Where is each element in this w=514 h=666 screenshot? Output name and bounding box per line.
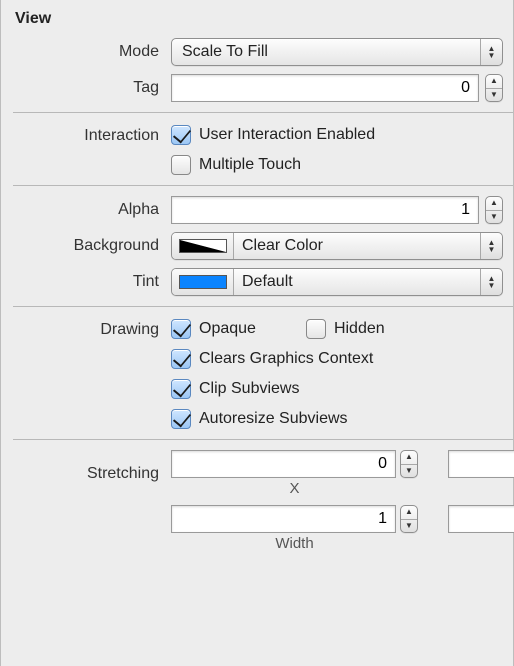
row-mode: Mode Scale To Fill ▲▼ <box>1 34 513 70</box>
alpha-stepper[interactable]: ▲ ▼ <box>485 196 503 224</box>
row-alpha: Alpha ▲ ▼ <box>1 192 513 228</box>
checkbox-clip-subviews[interactable] <box>171 379 191 399</box>
label-tint: Tint <box>1 273 171 291</box>
label-stretching: Stretching <box>1 465 171 483</box>
checkbox-user-interaction[interactable] <box>171 125 191 145</box>
label-interaction: Interaction <box>1 123 171 145</box>
chevron-up-icon: ▲ <box>401 451 417 465</box>
chevron-up-icon: ▲ <box>486 75 502 89</box>
row-stretching-xy: Stretching ▲ ▼ X <box>1 446 513 501</box>
mode-popup[interactable]: Scale To Fill ▲▼ <box>171 38 503 66</box>
section-title: View <box>1 0 513 34</box>
row-tag: Tag ▲ ▼ <box>1 70 513 106</box>
updown-icon: ▲▼ <box>480 269 502 295</box>
row-tint: Tint Default ▲▼ <box>1 264 513 300</box>
divider <box>13 306 513 307</box>
row-drawing: Drawing Opaque Hidden <box>1 313 513 433</box>
label-tag: Tag <box>1 79 171 97</box>
checkbox-opaque-label: Opaque <box>199 320 256 338</box>
background-popup-value: Clear Color <box>242 237 323 255</box>
mode-popup-value: Scale To Fill <box>182 43 268 61</box>
tint-swatch-wrap <box>172 269 234 295</box>
chevron-up-icon: ▲ <box>486 197 502 211</box>
chevron-up-icon: ▲ <box>401 506 417 520</box>
divider <box>13 185 513 186</box>
checkbox-clears-graphics-label: Clears Graphics Context <box>199 350 373 368</box>
checkbox-autoresize-label: Autoresize Subviews <box>199 410 348 428</box>
view-inspector-panel: View Mode Scale To Fill ▲▼ Tag ▲ ▼ <box>0 0 514 666</box>
background-swatch-wrap <box>172 233 234 259</box>
checkbox-hidden[interactable] <box>306 319 326 339</box>
section-body: Mode Scale To Fill ▲▼ Tag ▲ ▼ Interac <box>1 34 513 556</box>
stretching-y-field[interactable] <box>448 450 514 478</box>
checkbox-clip-subviews-label: Clip Subviews <box>199 380 299 398</box>
stretching-x-stepper[interactable]: ▲ ▼ <box>400 450 418 478</box>
checkbox-multiple-touch-label: Multiple Touch <box>199 156 301 174</box>
tint-swatch <box>179 275 227 289</box>
label-background: Background <box>1 237 171 255</box>
label-mode: Mode <box>1 43 171 61</box>
checkbox-hidden-label: Hidden <box>334 320 385 338</box>
updown-icon: ▲▼ <box>480 233 502 259</box>
background-swatch <box>179 239 227 253</box>
checkbox-user-interaction-label: User Interaction Enabled <box>199 126 375 144</box>
label-alpha: Alpha <box>1 201 171 219</box>
chevron-down-icon: ▼ <box>486 89 502 102</box>
checkbox-opaque[interactable] <box>171 319 191 339</box>
label-drawing: Drawing <box>1 317 171 339</box>
checkbox-autoresize[interactable] <box>171 409 191 429</box>
checkbox-multiple-touch[interactable] <box>171 155 191 175</box>
divider <box>13 439 513 440</box>
stretching-height-field[interactable] <box>448 505 514 533</box>
stretching-width-label: Width <box>275 535 313 552</box>
updown-icon: ▲▼ <box>480 39 502 65</box>
row-interaction: Interaction User Interaction Enabled Mul… <box>1 119 513 179</box>
tint-popup-value: Default <box>242 273 293 291</box>
tag-stepper[interactable]: ▲ ▼ <box>485 74 503 102</box>
row-stretching-wh: ▲ ▼ Width ▲ ▼ Height <box>1 501 513 556</box>
tint-popup[interactable]: Default ▲▼ <box>171 268 503 296</box>
checkbox-clears-graphics[interactable] <box>171 349 191 369</box>
stretching-width-field[interactable] <box>171 505 396 533</box>
row-background: Background Clear Color ▲▼ <box>1 228 513 264</box>
stretching-x-field[interactable] <box>171 450 396 478</box>
chevron-down-icon: ▼ <box>401 520 417 533</box>
divider <box>13 112 513 113</box>
background-popup[interactable]: Clear Color ▲▼ <box>171 232 503 260</box>
chevron-down-icon: ▼ <box>401 465 417 478</box>
alpha-field[interactable] <box>171 196 479 224</box>
tag-field[interactable] <box>171 74 479 102</box>
stretching-x-label: X <box>289 480 299 497</box>
chevron-down-icon: ▼ <box>486 211 502 224</box>
stretching-width-stepper[interactable]: ▲ ▼ <box>400 505 418 533</box>
